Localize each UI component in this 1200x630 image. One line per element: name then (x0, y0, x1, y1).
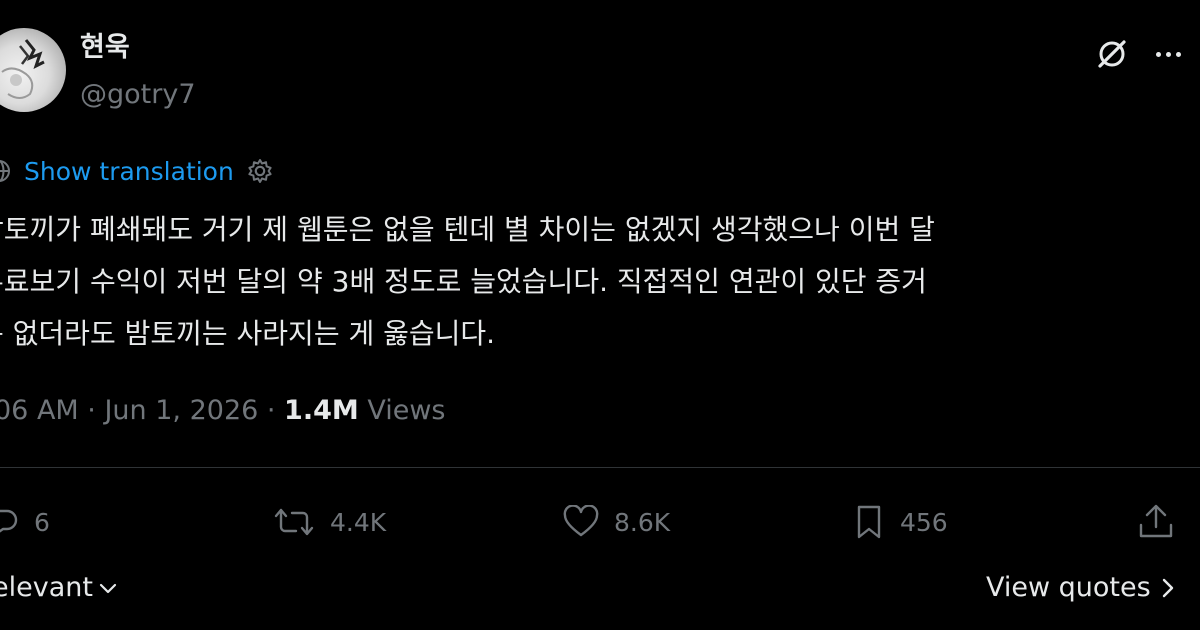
like-button[interactable]: 8.6K (562, 500, 670, 544)
user-handle[interactable]: @gotry7 (80, 78, 196, 112)
grok-button[interactable] (1092, 34, 1132, 74)
like-count: 8.6K (614, 507, 671, 537)
reply-count: 6 (34, 507, 50, 537)
retweet-count: 4.4K (330, 507, 387, 537)
bookmark-count: 456 (900, 507, 948, 537)
reply-button[interactable]: 6 (0, 500, 50, 544)
avatar[interactable] (0, 28, 66, 112)
views-count: 1.4M (284, 395, 359, 426)
tweet-detail: 현욱 @gotry7 Show translation 밤토끼가 폐쇄돼도 거기… (0, 0, 1200, 630)
reply-icon (0, 509, 18, 533)
display-name[interactable]: 현욱 (80, 30, 130, 66)
chevron-right-icon (1162, 578, 1173, 598)
tweet-text: 밤토끼가 폐쇄돼도 거기 제 웹툰은 없을 텐데 별 차이는 없겠지 생각했으나… (0, 204, 1200, 360)
bookmark-button[interactable]: 456 (852, 500, 948, 544)
views-label: Views (358, 395, 446, 426)
bookmark-icon (857, 505, 881, 539)
more-button[interactable] (1148, 34, 1188, 74)
avatar-illustration-icon (1, 39, 45, 99)
view-quotes-label: View quotes (986, 572, 1151, 603)
show-translation-link[interactable]: Show translation (24, 157, 234, 186)
sort-label: elevant (0, 572, 93, 603)
share-button[interactable] (1136, 500, 1176, 544)
chevron-down-icon (99, 583, 117, 594)
view-quotes-link[interactable]: View quotes (986, 568, 1177, 608)
tweet-text-line: 유료보기 수익이 저번 달의 약 3배 정도로 늘었습니다. 직접적인 연관이 … (0, 265, 927, 298)
divider (0, 467, 1200, 468)
tweet-time[interactable]: 06 AM (0, 395, 79, 426)
meta-separator: · (78, 395, 105, 426)
gear-icon[interactable] (246, 157, 274, 185)
retweet-button[interactable]: 4.4K (272, 500, 386, 544)
retweet-icon (274, 508, 314, 536)
reply-sort-dropdown[interactable]: elevant (0, 568, 119, 608)
meta-separator: · (258, 395, 285, 426)
heart-icon (563, 505, 599, 537)
more-icon (1155, 51, 1181, 57)
tweet-meta: 06 AM · Jun 1, 2026 · 1.4M Views (0, 392, 445, 430)
grok-icon (1098, 40, 1126, 68)
translation-row: Show translation (0, 152, 274, 190)
share-icon (1139, 504, 1173, 538)
tweet-date[interactable]: Jun 1, 2026 (104, 395, 258, 426)
tweet-text-line: 는 없더라도 밤토끼는 사라지는 게 옳습니다. (0, 317, 496, 350)
globe-icon (0, 160, 10, 182)
tweet-text-line: 밤토끼가 폐쇄돼도 거기 제 웹툰은 없을 텐데 별 차이는 없겠지 생각했으나… (0, 213, 935, 246)
